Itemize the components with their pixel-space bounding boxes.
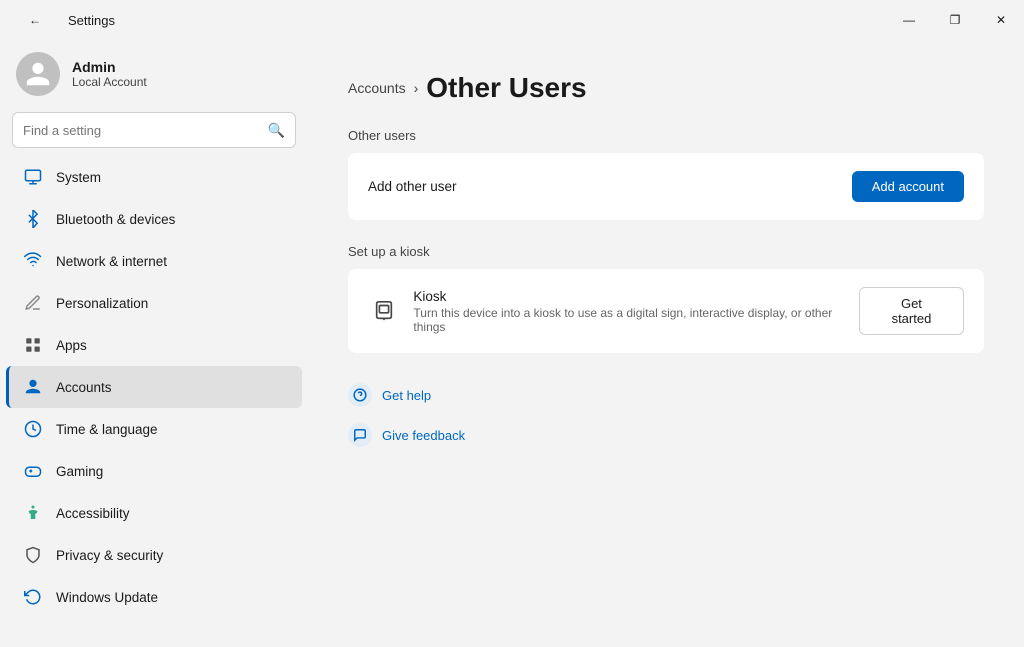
help-links: Get help Give feedback bbox=[348, 377, 984, 453]
sidebar-item-accounts[interactable]: Accounts bbox=[6, 366, 302, 408]
sidebar: Admin Local Account 🔍 System Bluetooth &… bbox=[0, 40, 308, 647]
time-icon bbox=[22, 418, 44, 440]
avatar bbox=[16, 52, 60, 96]
kiosk-title: Kiosk bbox=[413, 289, 859, 304]
sidebar-item-accessibility-label: Accessibility bbox=[56, 506, 130, 521]
get-help-label: Get help bbox=[382, 388, 431, 403]
add-other-user-row: Add other user Add account bbox=[348, 153, 984, 220]
sidebar-item-bluetooth[interactable]: Bluetooth & devices bbox=[6, 198, 302, 240]
other-users-section-title: Other users bbox=[348, 128, 984, 143]
give-feedback-link[interactable]: Give feedback bbox=[348, 417, 984, 453]
sidebar-item-gaming-label: Gaming bbox=[56, 464, 103, 479]
main-content: Accounts › Other Users Other users Add o… bbox=[308, 40, 1024, 647]
search-input[interactable] bbox=[23, 123, 268, 138]
bluetooth-icon bbox=[22, 208, 44, 230]
update-icon bbox=[22, 586, 44, 608]
privacy-icon bbox=[22, 544, 44, 566]
sidebar-item-apps[interactable]: Apps bbox=[6, 324, 302, 366]
sidebar-item-time-label: Time & language bbox=[56, 422, 158, 437]
kiosk-description: Turn this device into a kiosk to use as … bbox=[413, 306, 859, 334]
give-feedback-icon bbox=[348, 423, 372, 447]
breadcrumb-parent[interactable]: Accounts bbox=[348, 80, 406, 96]
user-profile[interactable]: Admin Local Account bbox=[0, 40, 308, 112]
search-icon: 🔍 bbox=[268, 122, 285, 139]
sidebar-item-update[interactable]: Windows Update bbox=[6, 576, 302, 618]
window-controls: — ❐ ✕ bbox=[886, 0, 1024, 40]
search-box[interactable]: 🔍 bbox=[12, 112, 296, 148]
sidebar-item-system-label: System bbox=[56, 170, 101, 185]
user-name: Admin bbox=[72, 59, 147, 75]
sidebar-item-update-label: Windows Update bbox=[56, 590, 158, 605]
breadcrumb-arrow: › bbox=[414, 80, 419, 96]
sidebar-item-network[interactable]: Network & internet bbox=[6, 240, 302, 282]
sidebar-item-bluetooth-label: Bluetooth & devices bbox=[56, 212, 175, 227]
sidebar-item-personalization[interactable]: Personalization bbox=[6, 282, 302, 324]
system-icon bbox=[22, 166, 44, 188]
sidebar-item-network-label: Network & internet bbox=[56, 254, 167, 269]
accessibility-icon bbox=[22, 502, 44, 524]
other-users-card: Add other user Add account bbox=[348, 153, 984, 220]
kiosk-section-title: Set up a kiosk bbox=[348, 244, 984, 259]
kiosk-icon bbox=[368, 295, 399, 327]
breadcrumb-current: Other Users bbox=[426, 72, 586, 104]
maximize-button[interactable]: ❐ bbox=[932, 0, 978, 40]
get-help-icon bbox=[348, 383, 372, 407]
network-icon bbox=[22, 250, 44, 272]
user-info: Admin Local Account bbox=[72, 59, 147, 89]
sidebar-item-personalization-label: Personalization bbox=[56, 296, 148, 311]
sidebar-item-time[interactable]: Time & language bbox=[6, 408, 302, 450]
kiosk-text: Kiosk Turn this device into a kiosk to u… bbox=[413, 289, 859, 334]
sidebar-item-apps-label: Apps bbox=[56, 338, 87, 353]
close-button[interactable]: ✕ bbox=[978, 0, 1024, 40]
sidebar-item-system[interactable]: System bbox=[6, 156, 302, 198]
titlebar: ← Settings — ❐ ✕ bbox=[0, 0, 1024, 40]
give-feedback-label: Give feedback bbox=[382, 428, 465, 443]
kiosk-row-left: Kiosk Turn this device into a kiosk to u… bbox=[368, 289, 859, 334]
minimize-button[interactable]: — bbox=[886, 0, 932, 40]
back-button[interactable]: ← bbox=[12, 0, 58, 40]
get-help-link[interactable]: Get help bbox=[348, 377, 984, 413]
sidebar-item-accounts-label: Accounts bbox=[56, 380, 112, 395]
add-other-user-label: Add other user bbox=[368, 179, 457, 194]
add-account-button[interactable]: Add account bbox=[852, 171, 964, 202]
kiosk-get-started-button[interactable]: Get started bbox=[859, 287, 964, 335]
sidebar-item-gaming[interactable]: Gaming bbox=[6, 450, 302, 492]
apps-icon bbox=[22, 334, 44, 356]
app-title: Settings bbox=[68, 13, 115, 28]
breadcrumb: Accounts › Other Users bbox=[348, 72, 984, 104]
kiosk-card: Kiosk Turn this device into a kiosk to u… bbox=[348, 269, 984, 353]
gaming-icon bbox=[22, 460, 44, 482]
sidebar-item-privacy[interactable]: Privacy & security bbox=[6, 534, 302, 576]
sidebar-nav: System Bluetooth & devices Network & int… bbox=[0, 156, 308, 618]
sidebar-item-accessibility[interactable]: Accessibility bbox=[6, 492, 302, 534]
personalization-icon bbox=[22, 292, 44, 314]
kiosk-row: Kiosk Turn this device into a kiosk to u… bbox=[348, 269, 984, 353]
accounts-icon bbox=[22, 376, 44, 398]
sidebar-item-privacy-label: Privacy & security bbox=[56, 548, 163, 563]
user-account-type: Local Account bbox=[72, 75, 147, 89]
